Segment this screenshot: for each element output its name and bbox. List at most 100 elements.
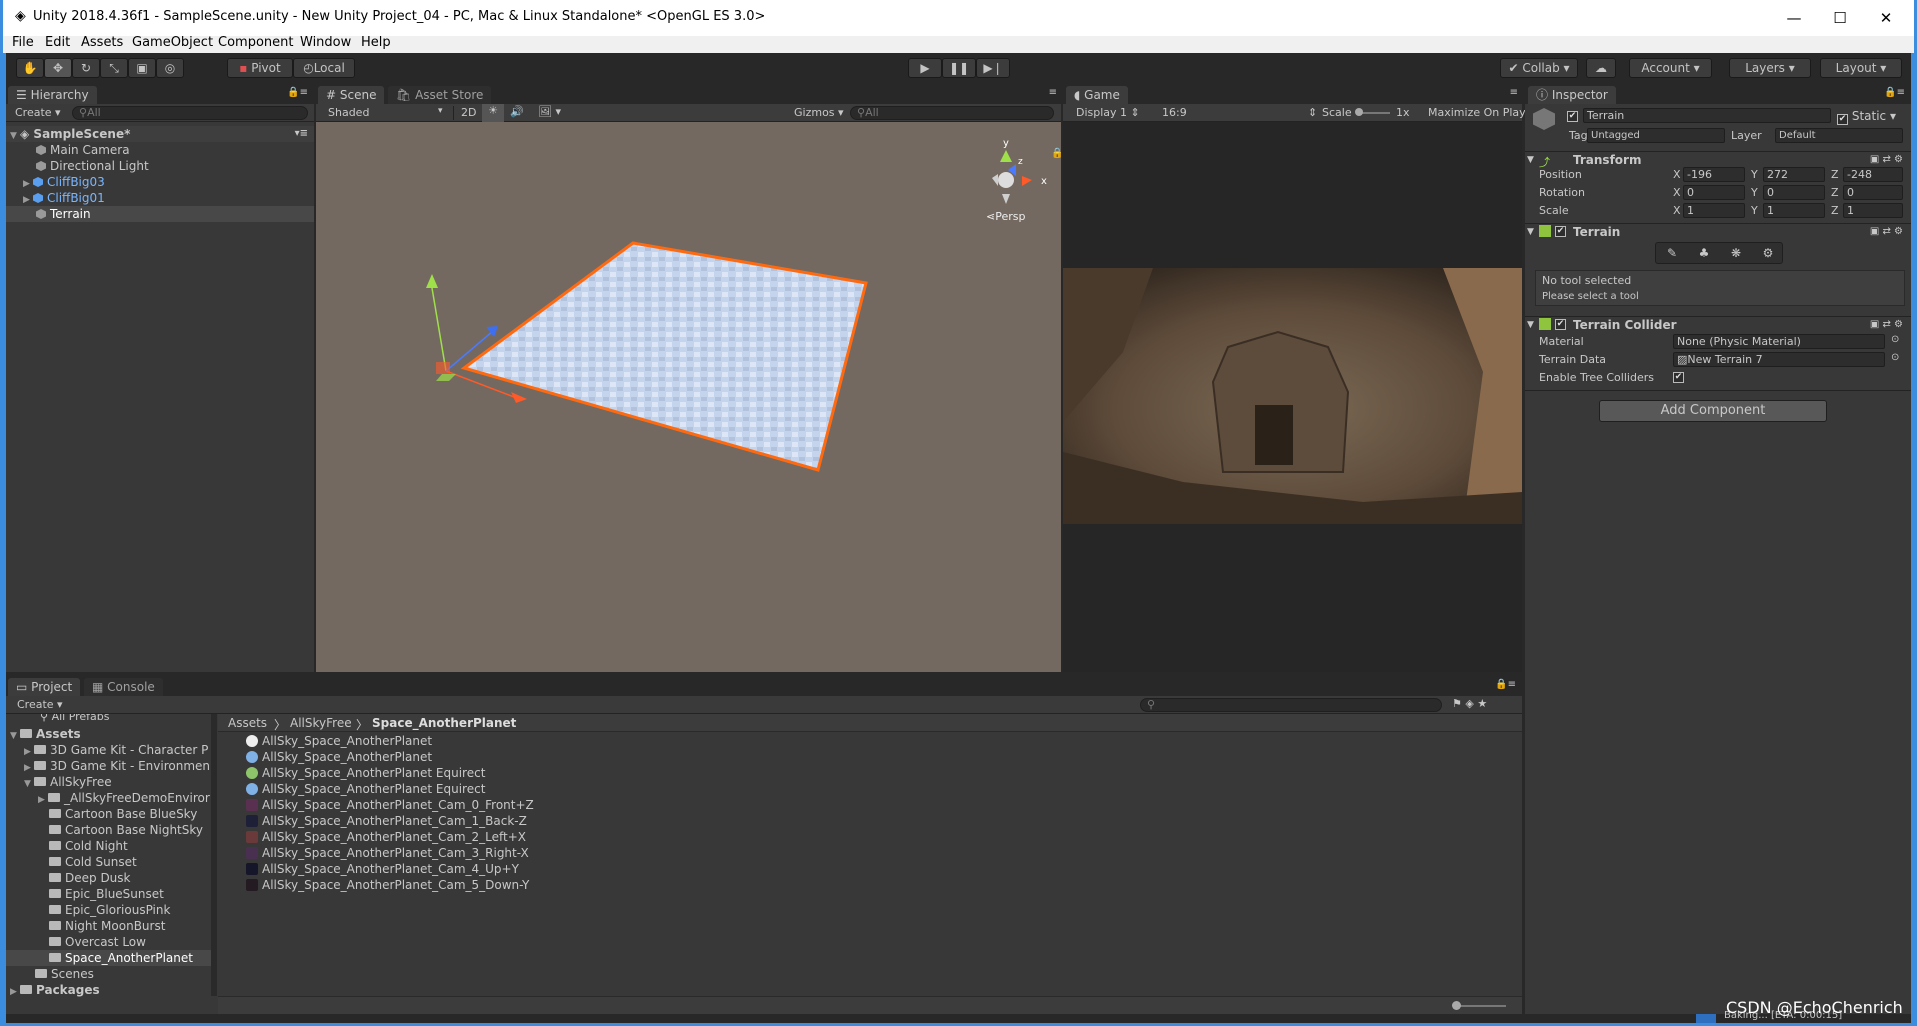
position-x-field[interactable]: -196 bbox=[1683, 167, 1745, 182]
place-trees-tool-icon[interactable]: ♣ bbox=[1688, 243, 1720, 263]
panel-menu-icon[interactable]: 🔒≡ bbox=[1884, 87, 1905, 98]
scale-x-field[interactable]: 1 bbox=[1683, 203, 1745, 218]
scene-menu-icon[interactable]: ▾≡ bbox=[295, 126, 308, 142]
static-toggle[interactable]: ✔ Static ▾ bbox=[1837, 109, 1896, 125]
hierarchy-search-input[interactable]: ⚲All bbox=[72, 106, 308, 120]
panel-menu-icon[interactable]: 🔒≡ bbox=[287, 87, 308, 98]
create-dropdown[interactable]: Create ▾ bbox=[17, 698, 63, 711]
layout-dropdown[interactable]: Layout ▾ bbox=[1820, 58, 1902, 78]
cloud-button[interactable]: ☁ bbox=[1586, 58, 1616, 78]
list-item[interactable]: Cartoon Base BlueSky bbox=[49, 806, 197, 822]
list-item[interactable]: Cartoon Base NightSky bbox=[49, 822, 203, 838]
list-item[interactable]: ▶ CliffBig01 bbox=[23, 190, 105, 206]
list-item[interactable]: ▼ Assets bbox=[10, 726, 81, 742]
list-item[interactable]: Epic_GloriousPink bbox=[49, 902, 170, 918]
list-item[interactable]: AllSky_Space_AnotherPlanet Equirect bbox=[246, 781, 485, 797]
rotation-z-field[interactable]: 0 bbox=[1843, 185, 1903, 200]
tag-dropdown[interactable]: Untagged bbox=[1587, 128, 1725, 143]
list-item[interactable]: Overcast Low bbox=[49, 934, 146, 950]
shading-mode-dropdown[interactable]: Shaded bbox=[328, 106, 369, 119]
list-item[interactable]: Deep Dusk bbox=[49, 870, 130, 886]
list-item[interactable]: ▶ 3D Game Kit - Environmen bbox=[24, 758, 210, 774]
menu-gameobject[interactable]: GameObject bbox=[132, 35, 213, 50]
foldout-arrow-icon[interactable]: ▼ bbox=[1527, 227, 1534, 237]
collab-dropdown[interactable]: ✔ Collab ▾ bbox=[1500, 58, 1578, 78]
static-checkbox[interactable]: ✔ bbox=[1837, 114, 1848, 125]
foldout-arrow-icon[interactable]: ▼ bbox=[1527, 320, 1534, 330]
component-menu-icon[interactable]: ▣ ⇄ ⚙ bbox=[1870, 226, 1903, 237]
component-menu-icon[interactable]: ▣ ⇄ ⚙ bbox=[1870, 319, 1903, 330]
maximize-button[interactable]: ☐ bbox=[1817, 4, 1863, 32]
list-item[interactable]: ⚲ All Prefabs bbox=[40, 714, 110, 725]
terrain-data-field[interactable]: ▨New Terrain 7 bbox=[1673, 352, 1885, 367]
tab-hierarchy[interactable]: ☰ Hierarchy bbox=[8, 86, 97, 104]
list-item[interactable]: Cold Sunset bbox=[49, 854, 137, 870]
rotate-tool-button[interactable]: ↻ bbox=[72, 58, 100, 78]
breadcrumb-current[interactable]: Space_AnotherPlanet bbox=[372, 716, 516, 730]
component-menu-icon[interactable]: ▣ ⇄ ⚙ bbox=[1870, 154, 1903, 165]
scene-search-input[interactable]: ⚲All bbox=[850, 106, 1054, 120]
foldout-arrow-icon[interactable]: ▼ bbox=[1527, 155, 1534, 165]
icon-size-slider-thumb[interactable] bbox=[1452, 1001, 1461, 1010]
position-z-field[interactable]: -248 bbox=[1843, 167, 1903, 182]
scale-y-field[interactable]: 1 bbox=[1763, 203, 1825, 218]
list-item[interactable]: ▶ CliffBig03 bbox=[23, 174, 105, 190]
paint-details-tool-icon[interactable]: ❋ bbox=[1720, 243, 1752, 263]
list-item[interactable]: AllSky_Space_AnotherPlanet_Cam_5_Down-Y bbox=[246, 877, 529, 893]
pivot-toggle[interactable]: ▪ Pivot bbox=[227, 58, 293, 78]
terrain-header[interactable]: Terrain bbox=[1573, 225, 1620, 239]
tree-colliders-checkbox[interactable]: ✔ bbox=[1673, 372, 1684, 383]
gizmo-y-arrow-icon[interactable] bbox=[426, 274, 438, 288]
list-item-selected[interactable]: Terrain bbox=[6, 206, 314, 222]
audio-toggle-icon[interactable]: 🔊 bbox=[510, 105, 524, 118]
list-item[interactable]: AllSky_Space_AnotherPlanet bbox=[246, 749, 432, 765]
display-dropdown[interactable]: Display 1 ⇕ bbox=[1076, 106, 1140, 119]
menu-help[interactable]: Help bbox=[361, 35, 391, 50]
list-item[interactable]: AllSky_Space_AnotherPlanet Equirect bbox=[246, 765, 485, 781]
breadcrumb-assets[interactable]: Assets bbox=[228, 716, 267, 730]
gizmo-xz-plane[interactable] bbox=[436, 374, 456, 381]
icon-size-slider[interactable] bbox=[1454, 1005, 1506, 1007]
list-item[interactable]: AllSky_Space_AnotherPlanet_Cam_1_Back-Z bbox=[246, 813, 527, 829]
collider-enabled-checkbox[interactable]: ✔ bbox=[1555, 319, 1566, 330]
material-field[interactable]: None (Physic Material) bbox=[1673, 334, 1885, 349]
tab-asset-store[interactable]: 🛍 Asset Store bbox=[388, 86, 492, 104]
layers-dropdown[interactable]: Layers ▾ bbox=[1729, 58, 1811, 78]
panel-menu-icon[interactable]: ≡ bbox=[1049, 87, 1057, 98]
orientation-gizmo[interactable] bbox=[992, 150, 1032, 204]
object-picker-icon[interactable]: ⊙ bbox=[1891, 352, 1899, 363]
add-component-button[interactable]: Add Component bbox=[1599, 400, 1827, 422]
step-button[interactable]: ▶❘ bbox=[976, 58, 1010, 78]
terrain-settings-icon[interactable]: ⚙ bbox=[1752, 243, 1784, 263]
transform-tool-button[interactable]: ◎ bbox=[156, 58, 184, 78]
raise-lower-tool-icon[interactable]: ✎ bbox=[1656, 243, 1688, 263]
menu-window[interactable]: Window bbox=[300, 35, 351, 50]
rotation-x-field[interactable]: 0 bbox=[1683, 185, 1745, 200]
list-item[interactable]: Scenes bbox=[35, 966, 94, 982]
object-name-field[interactable]: Terrain bbox=[1583, 108, 1831, 123]
account-dropdown[interactable]: Account ▾ bbox=[1629, 58, 1712, 78]
panel-menu-icon[interactable]: 🔒≡ bbox=[1495, 679, 1516, 690]
list-item[interactable]: Night MoonBurst bbox=[49, 918, 165, 934]
gizmo-xy-plane[interactable] bbox=[436, 362, 450, 374]
tree-scrollbar[interactable] bbox=[211, 714, 217, 996]
list-item[interactable]: ▶ _AllSkyFreeDemoEnviror bbox=[38, 790, 210, 806]
gizmos-dropdown[interactable]: Gizmos ▾ bbox=[794, 106, 844, 119]
play-button[interactable]: ▶ bbox=[908, 58, 942, 78]
terrain-collider-header[interactable]: Terrain Collider bbox=[1573, 318, 1677, 332]
lock-icon[interactable]: 🔒 bbox=[1051, 147, 1061, 159]
tab-game[interactable]: ◖ Game bbox=[1066, 86, 1128, 104]
panel-menu-icon[interactable]: ≡ bbox=[1510, 87, 1518, 98]
list-item[interactable]: ▼ AllSkyFree bbox=[24, 774, 112, 790]
tab-inspector[interactable]: ⓘ Inspector bbox=[1528, 86, 1616, 104]
create-dropdown[interactable]: Create ▾ bbox=[15, 106, 61, 119]
breadcrumb-allskyfree[interactable]: AllSkyFree bbox=[290, 716, 352, 730]
list-item[interactable]: AllSky_Space_AnotherPlanet_Cam_3_Right-X bbox=[246, 845, 529, 861]
list-item[interactable]: Epic_BlueSunset bbox=[49, 886, 164, 902]
maximize-on-play-toggle[interactable]: Maximize On Play bbox=[1428, 106, 1526, 119]
move-tool-button[interactable]: ✥ bbox=[44, 58, 72, 78]
list-item[interactable]: AllSky_Space_AnotherPlanet_Cam_2_Left+X bbox=[246, 829, 526, 845]
scale-slider-thumb[interactable] bbox=[1355, 108, 1363, 116]
menu-component[interactable]: Component bbox=[218, 35, 293, 50]
tab-project[interactable]: ▭ Project bbox=[8, 678, 81, 696]
